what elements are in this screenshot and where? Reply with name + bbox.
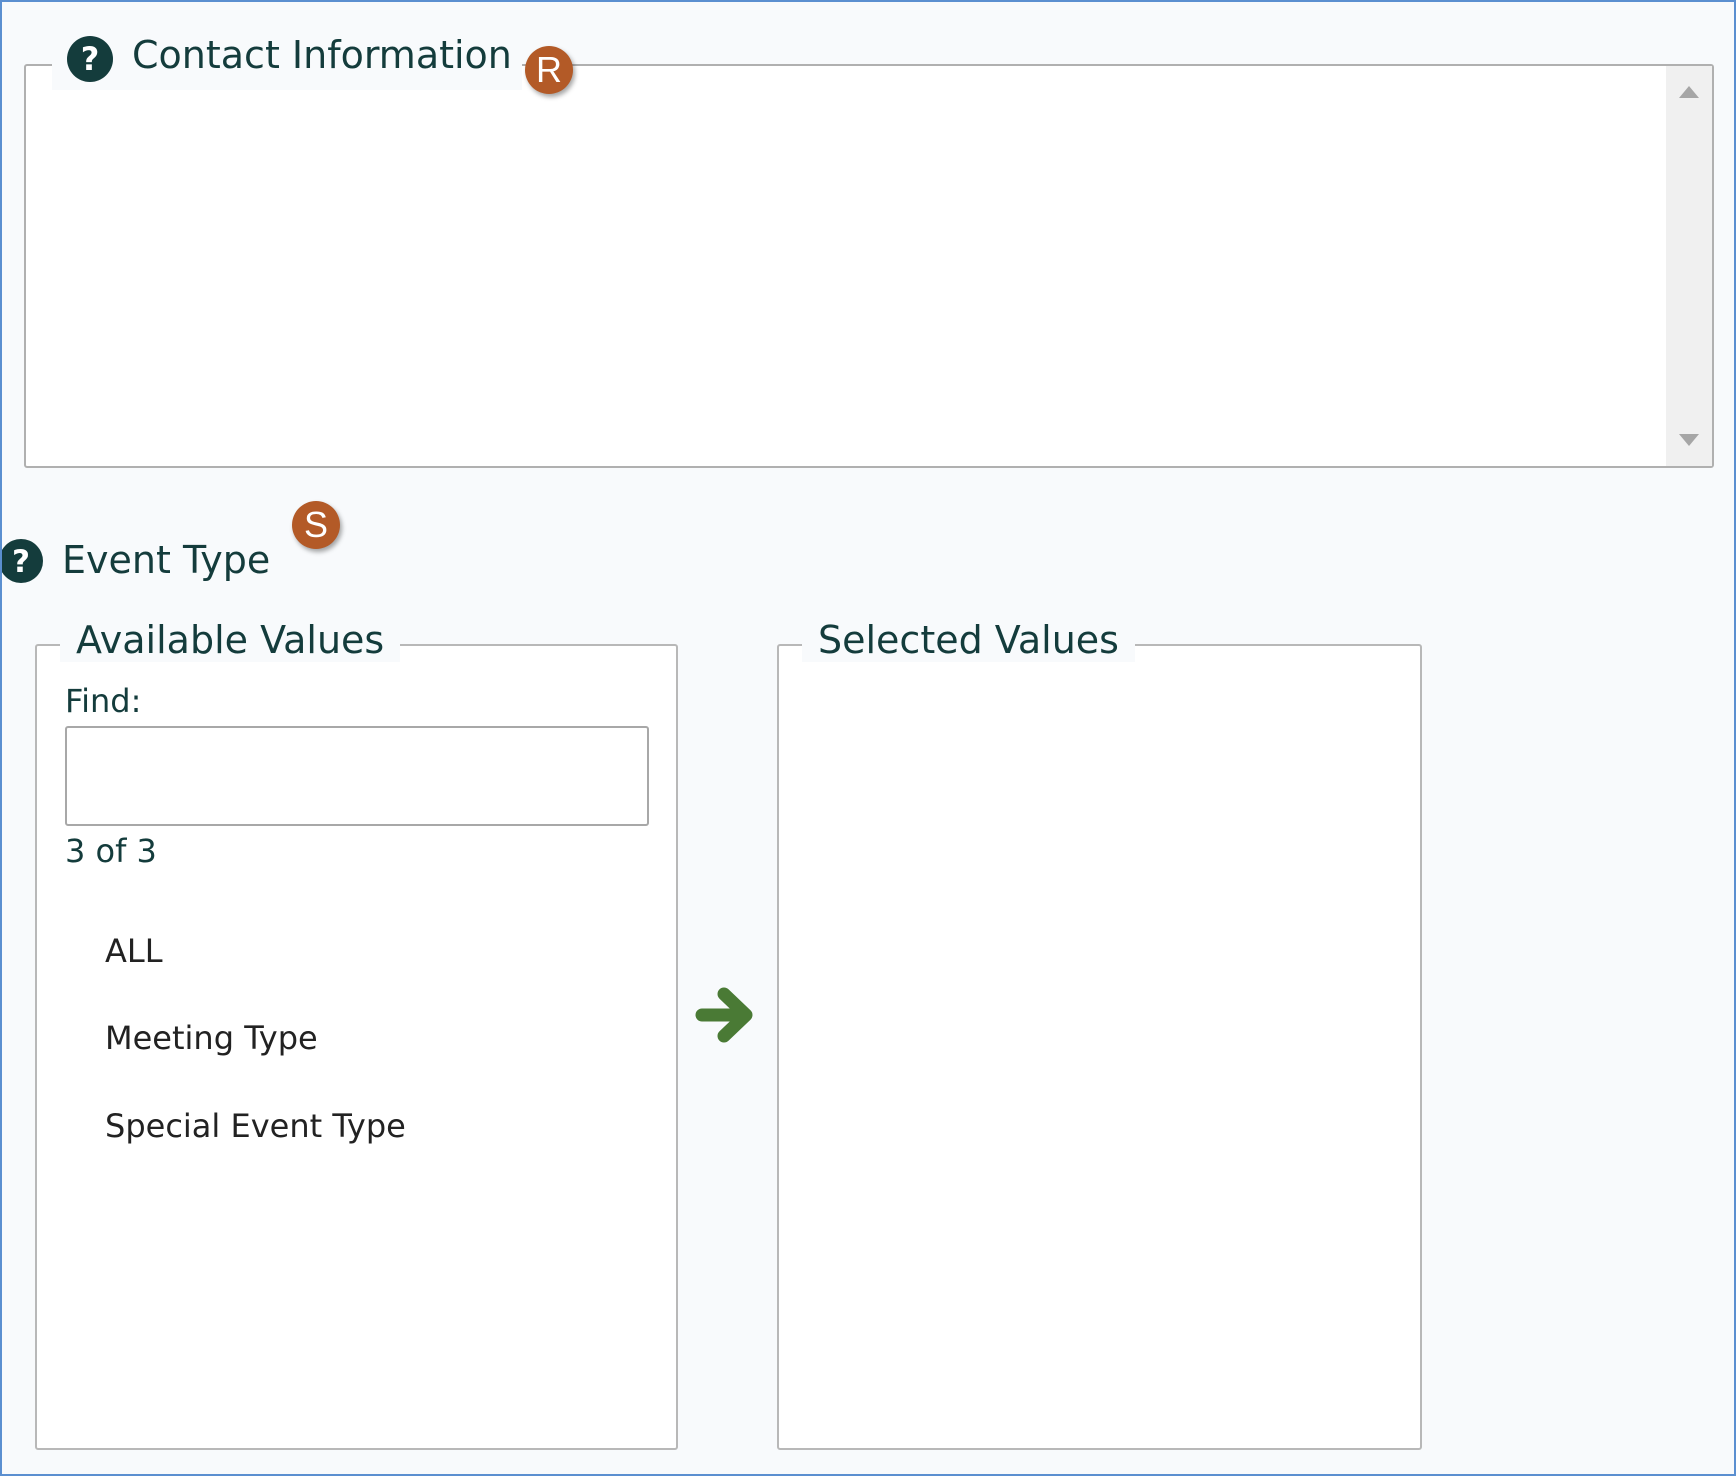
svg-text:?: ? bbox=[81, 40, 100, 78]
scroll-down-icon[interactable] bbox=[1679, 434, 1699, 446]
window-frame: ? Contact Information R ? Event Type S F… bbox=[0, 0, 1736, 1476]
list-item[interactable]: ALL bbox=[105, 932, 163, 970]
event-type-title: Event Type bbox=[62, 538, 271, 582]
available-values-box: Find: 3 of 3 ALL Meeting Type Special Ev… bbox=[35, 644, 678, 1450]
callout-badge-s: S bbox=[292, 501, 340, 549]
contact-information-box[interactable] bbox=[24, 64, 1714, 468]
selected-values-box[interactable] bbox=[777, 644, 1422, 1450]
find-label: Find: bbox=[65, 682, 142, 720]
svg-text:?: ? bbox=[12, 544, 30, 580]
find-input[interactable] bbox=[65, 726, 649, 826]
list-item[interactable]: Meeting Type bbox=[105, 1019, 318, 1057]
callout-badge-r: R bbox=[525, 46, 573, 94]
selected-values-title: Selected Values bbox=[802, 618, 1135, 662]
arrow-right-icon[interactable] bbox=[694, 982, 758, 1048]
contact-information-legend: ? Contact Information bbox=[52, 30, 522, 90]
scroll-up-icon[interactable] bbox=[1679, 86, 1699, 98]
results-count: 3 of 3 bbox=[65, 832, 157, 870]
question-circle-icon[interactable]: ? bbox=[0, 538, 44, 584]
available-values-title: Available Values bbox=[60, 618, 401, 662]
contact-scrollbar[interactable] bbox=[1666, 66, 1712, 466]
question-circle-icon[interactable]: ? bbox=[66, 35, 114, 83]
contact-information-title: Contact Information bbox=[132, 33, 512, 77]
list-item[interactable]: Special Event Type bbox=[105, 1107, 406, 1145]
